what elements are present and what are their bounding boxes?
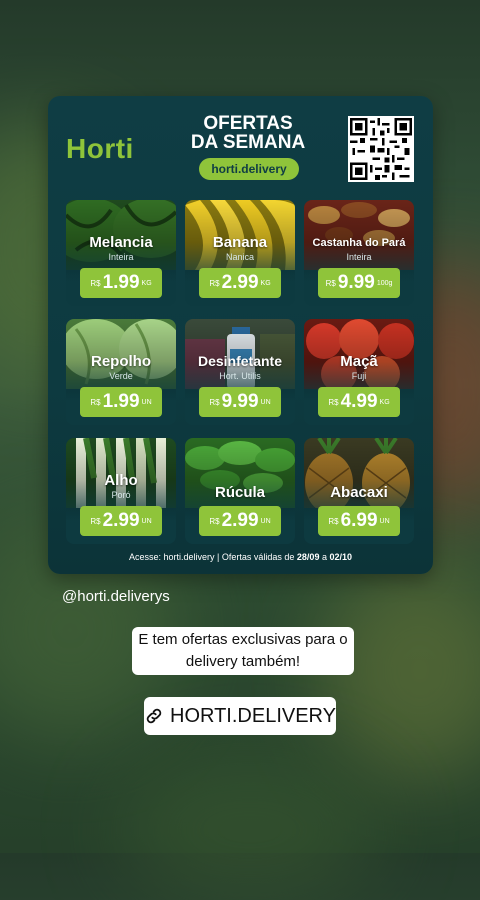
- product-name: Repolho: [91, 353, 151, 370]
- product-repolho: Repolho Verde R$ 1.99 UN: [66, 319, 176, 425]
- product-rucula: Rúcula R$ 2.99 UN: [185, 438, 295, 544]
- product-name: Melancia: [89, 234, 153, 251]
- product-desinfetante: Desinfetante Hort. Utilis R$ 9.99 UN: [185, 319, 295, 425]
- mention-tag[interactable]: @horti.deliverys: [62, 588, 170, 605]
- price-value: 2.99: [221, 510, 259, 531]
- currency: R$: [328, 516, 339, 526]
- currency: R$: [209, 397, 220, 407]
- product-variant: Nanica: [225, 252, 254, 262]
- price-tag: R$ 4.99 KG: [318, 387, 400, 417]
- price-tag: R$ 2.99 UN: [80, 506, 162, 536]
- price-tag: R$ 6.99 UN: [318, 506, 400, 536]
- link-label: HORTI.DELIVERY: [170, 704, 336, 727]
- price-unit: 100g: [376, 279, 393, 287]
- product-name: Rúcula: [214, 484, 265, 501]
- footer-date-from: 28/09: [296, 552, 320, 562]
- price-value: 6.99: [340, 510, 378, 531]
- brand-logo: Horti: [66, 133, 134, 164]
- product-castanha: Castanha do Pará Inteira R$ 9.99 100g: [304, 200, 414, 306]
- flyer-footer: Acesse: horti.delivery | Ofertas válidas…: [48, 552, 433, 562]
- footer-connector: a: [319, 552, 330, 562]
- product-name: Maçã: [340, 353, 378, 370]
- product-name: Alho: [104, 472, 138, 489]
- price-tag: R$ 2.99 KG: [199, 268, 281, 298]
- title-line-1: OFERTAS: [203, 113, 293, 134]
- price-value: 2.99: [102, 510, 140, 531]
- title-line-2: DA SEMANA: [190, 132, 306, 153]
- product-alho: Alho Poró R$ 2.99 UN: [66, 438, 176, 544]
- price-unit: UN: [379, 517, 390, 525]
- site-pill: horti.delivery: [199, 158, 299, 180]
- currency: R$: [209, 516, 220, 526]
- product-variant: Inteira: [108, 252, 134, 262]
- price-value: 1.99: [102, 391, 140, 412]
- product-variant: Fuji: [351, 371, 367, 381]
- currency: R$: [90, 397, 101, 407]
- currency: R$: [325, 278, 336, 288]
- product-name: Banana: [212, 234, 268, 251]
- product-variant: Hort. Utilis: [219, 371, 261, 381]
- product-variant: Verde: [109, 371, 133, 381]
- price-value: 9.99: [337, 272, 375, 293]
- flyer-title: OFERTAS DA SEMANA: [178, 114, 318, 152]
- product-abacaxi: Abacaxi R$ 6.99 UN: [304, 438, 414, 544]
- product-banana: Banana Nanica R$ 2.99 KG: [185, 200, 295, 306]
- price-unit: UN: [141, 398, 152, 406]
- offers-flyer: Horti OFERTAS DA SEMANA horti.delivery M…: [48, 96, 433, 574]
- price-tag: R$ 2.99 UN: [199, 506, 281, 536]
- price-unit: KG: [141, 279, 152, 287]
- product-maca: Maçã Fuji R$ 4.99 KG: [304, 319, 414, 425]
- price-unit: KG: [379, 398, 390, 406]
- currency: R$: [90, 516, 101, 526]
- caption-line-2: delivery também!: [185, 653, 301, 670]
- footer-date-to: 02/10: [329, 552, 352, 562]
- footer-text: Acesse: horti.delivery | Ofertas válidas…: [129, 552, 297, 562]
- qr-code-icon: [348, 116, 414, 182]
- price-value: 4.99: [340, 391, 378, 412]
- price-value: 9.99: [221, 391, 259, 412]
- caption-line-1: E tem ofertas exclusivas para o: [138, 631, 348, 648]
- price-unit: KG: [260, 279, 271, 287]
- product-name: Desinfetante: [197, 353, 283, 369]
- product-name: Castanha do Pará: [312, 237, 406, 249]
- story-caption: E tem ofertas exclusivas para o delivery…: [132, 627, 354, 675]
- price-unit: UN: [260, 517, 271, 525]
- product-name: Abacaxi: [330, 484, 388, 501]
- currency: R$: [328, 397, 339, 407]
- price-tag: R$ 9.99 UN: [199, 387, 281, 417]
- price-unit: UN: [141, 517, 152, 525]
- currency: R$: [90, 278, 101, 288]
- currency: R$: [209, 278, 220, 288]
- price-value: 2.99: [221, 272, 259, 293]
- price-value: 1.99: [102, 272, 140, 293]
- product-variant: Inteira: [346, 252, 372, 262]
- product-melancia: Melancia Inteira R$ 1.99 KG: [66, 200, 176, 306]
- price-unit: UN: [260, 398, 271, 406]
- price-tag: R$ 1.99 UN: [80, 387, 162, 417]
- product-variant: Poró: [111, 490, 131, 500]
- price-tag: R$ 9.99 100g: [318, 268, 400, 298]
- price-tag: R$ 1.99 KG: [80, 268, 162, 298]
- link-sticker[interactable]: HORTI.DELIVERY: [144, 697, 336, 735]
- link-icon: [146, 708, 162, 724]
